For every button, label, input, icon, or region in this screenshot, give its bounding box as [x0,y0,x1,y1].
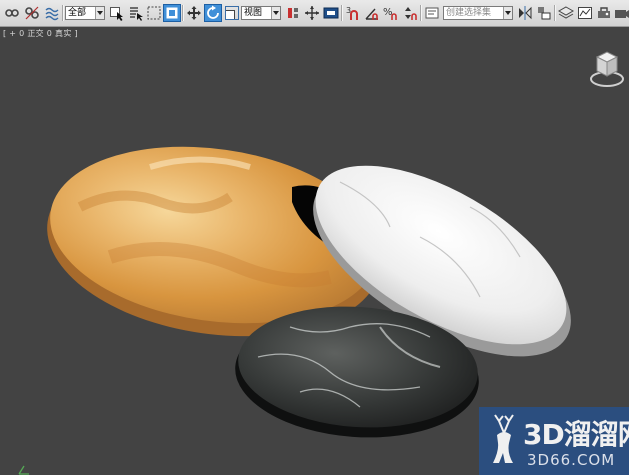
perspective-viewport[interactable]: [ + 0 正交 0 真实 ] 3D溜溜 3D66.COM [0,27,629,475]
rotate-icon[interactable] [204,4,222,22]
graph-editor-icon[interactable] [576,4,594,22]
scale-icon[interactable] [223,4,241,22]
move-icon[interactable] [185,4,203,22]
select-manipulate-icon[interactable] [303,4,321,22]
edit-named-selection-icon[interactable] [423,4,441,22]
main-toolbar: 全部 视图 3 % 创建选择集 [0,0,629,27]
angle-snap-icon[interactable] [363,4,381,22]
deer-logo-icon [493,414,514,463]
render-setup-icon[interactable] [595,4,613,22]
align-icon[interactable] [535,4,553,22]
watermark-title: 3D溜溜网 [523,418,629,451]
render-icon[interactable] [613,4,629,22]
select-by-name-icon[interactable] [127,4,145,22]
selection-filter-dropdown[interactable]: 全部 [65,6,105,20]
named-selection-set-dropdown[interactable]: 创建选择集 [443,6,513,20]
select-object-icon[interactable] [108,4,126,22]
watermark-banner: 3D溜溜网 3D66.COM [479,407,629,475]
watermark-url: 3D66.COM [527,451,616,469]
selection-filter-value: 全部 [68,8,87,18]
named-selection-set-placeholder: 创建选择集 [446,8,492,18]
axis-tripod-icon [18,465,29,475]
chevron-down-icon [95,7,104,19]
snap-toggle-icon[interactable]: 3 [344,4,362,22]
layer-icon[interactable] [557,4,575,22]
link-icon[interactable] [3,4,21,22]
viewcube-icon[interactable] [587,47,629,91]
reference-coord-value: 视图 [244,8,263,18]
pivot-icon[interactable] [284,4,302,22]
svg-text:%: % [383,7,393,18]
mirror-icon[interactable] [516,4,534,22]
percent-snap-icon[interactable]: % [382,4,400,22]
chevron-down-icon [271,7,280,19]
window-crossing-icon[interactable] [163,4,181,22]
rect-region-icon[interactable] [145,4,163,22]
unlink-icon[interactable] [23,4,41,22]
chevron-down-icon [503,7,512,19]
spinner-snap-icon[interactable] [401,4,419,22]
bind-space-warp-icon[interactable] [43,4,61,22]
reference-coord-dropdown[interactable]: 视图 [241,6,281,20]
keyboard-shortcut-icon[interactable] [322,4,340,22]
